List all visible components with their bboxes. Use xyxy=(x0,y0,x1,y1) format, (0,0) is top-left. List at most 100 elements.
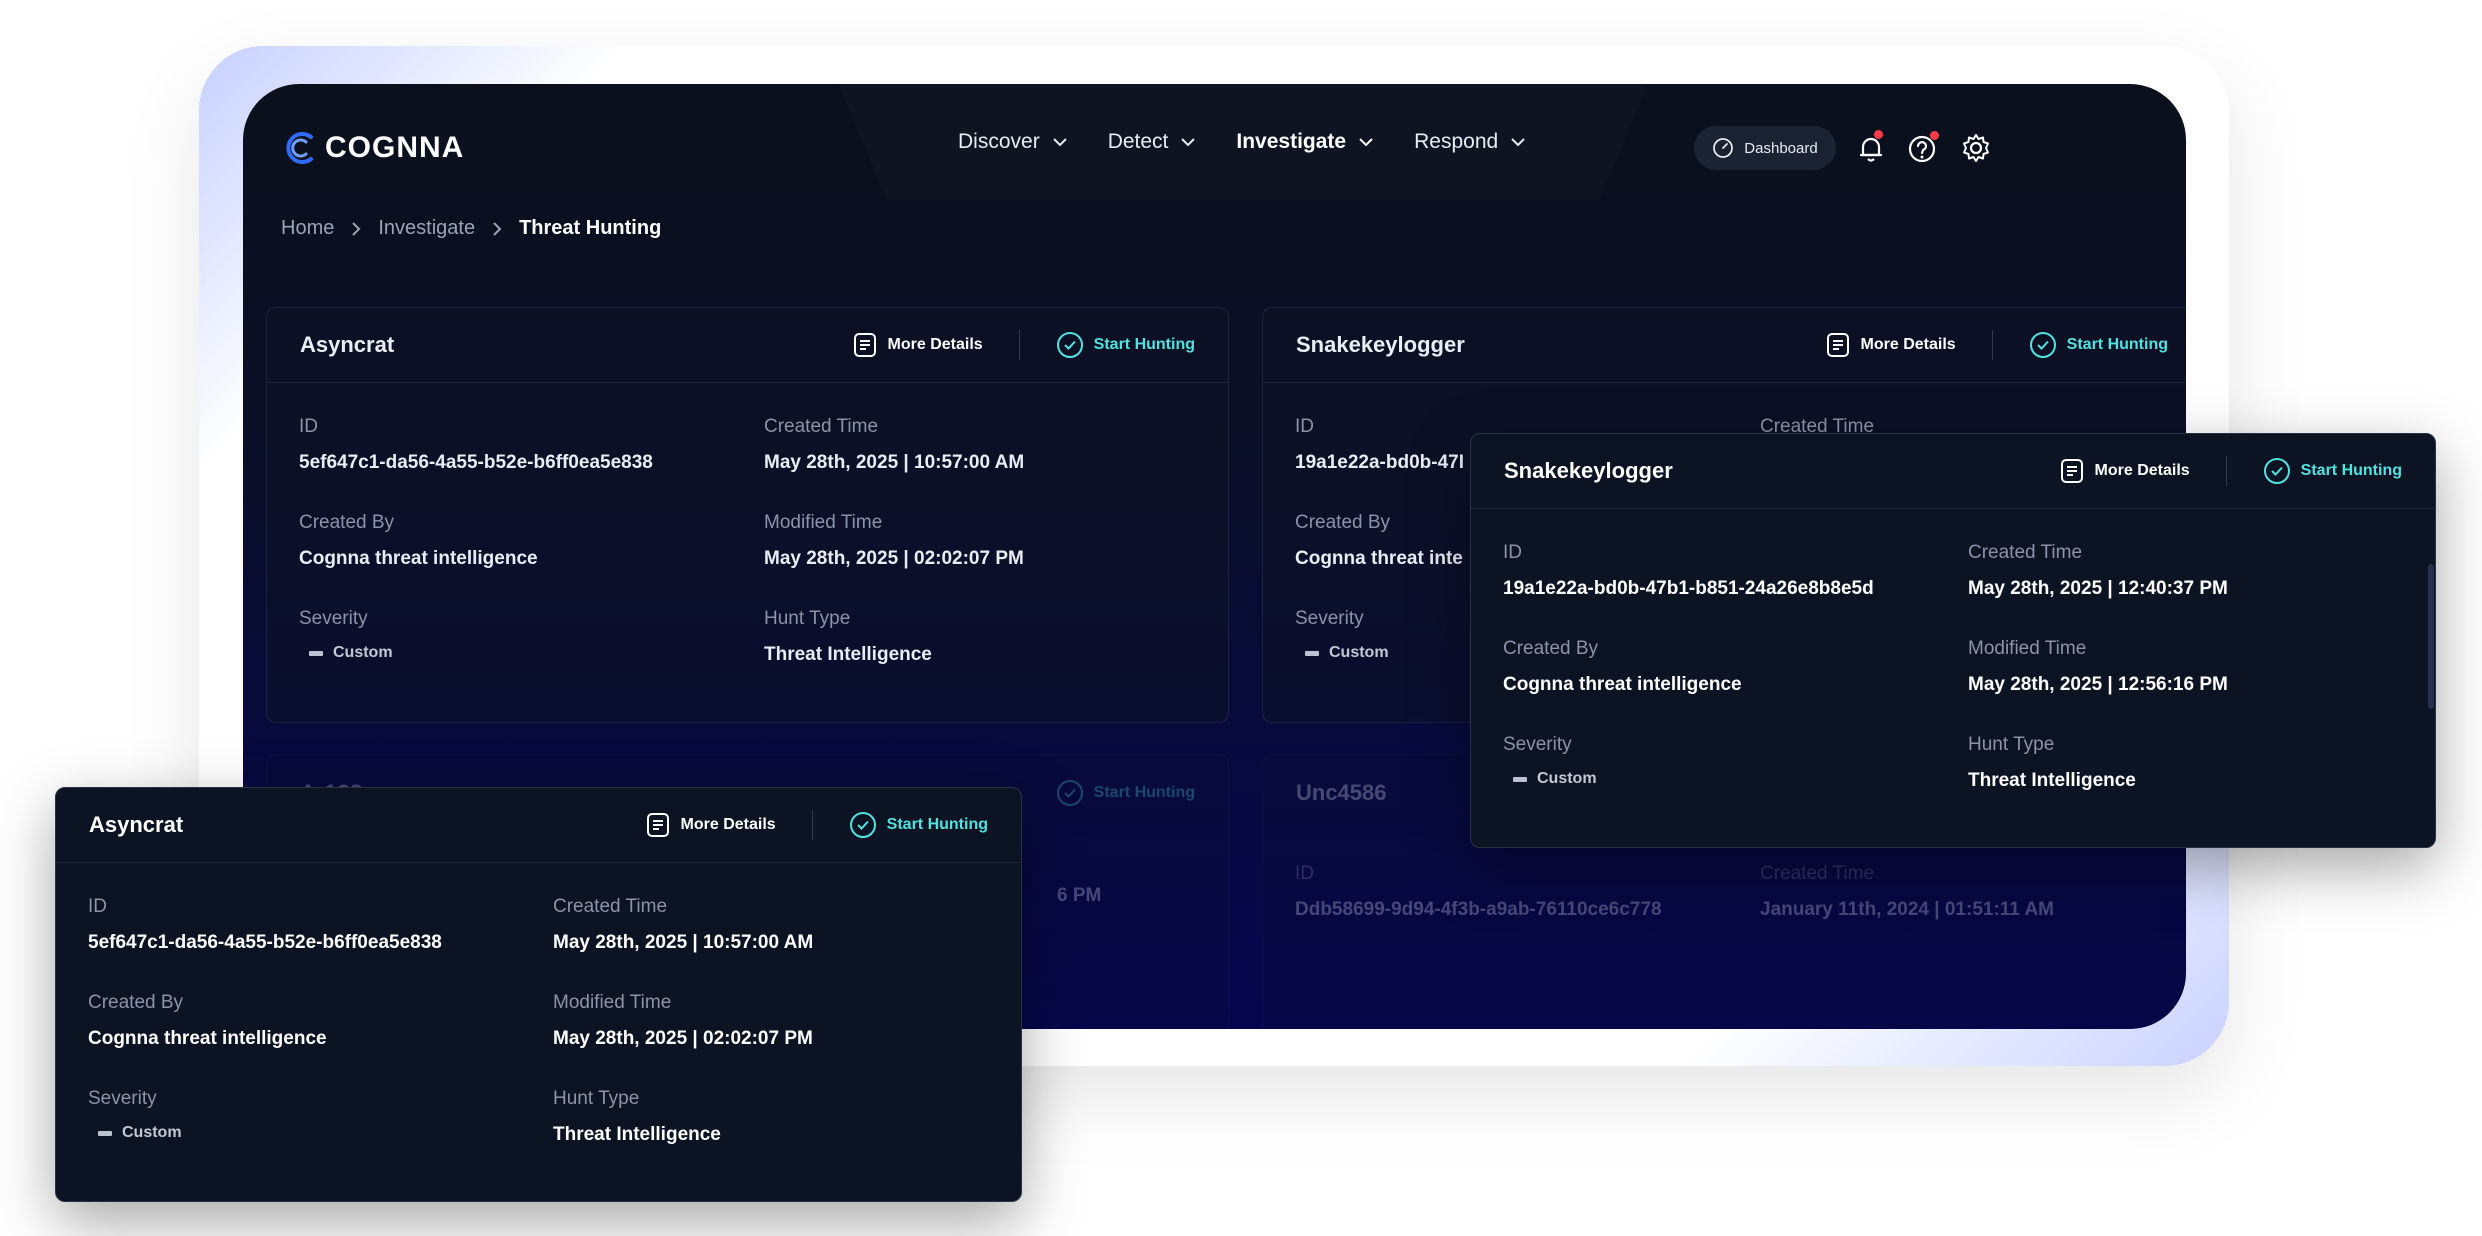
chevron-right-icon xyxy=(493,221,502,236)
hunt-card-asyncrat[interactable]: Asyncrat More Details Start Hunting ID 5e… xyxy=(266,307,1229,723)
cognna-logo-icon xyxy=(286,132,313,164)
brand-name: COGNNA xyxy=(325,131,465,164)
nav-detect-label: Detect xyxy=(1107,129,1169,153)
more-details-label: More Details xyxy=(680,816,776,833)
bell-icon xyxy=(1859,137,1883,162)
start-hunting-button[interactable]: Start Hunting xyxy=(849,811,988,839)
field-value: Threat Intelligence xyxy=(764,644,932,665)
start-hunting-button[interactable]: Start Hunting xyxy=(1056,331,1195,359)
start-hunting-button[interactable]: Start Hunting xyxy=(1056,779,1195,807)
chevron-down-icon xyxy=(1052,137,1067,146)
chevron-down-icon xyxy=(1359,137,1373,146)
field-id: ID 5ef647c1-da56-4a55-b52e-b6ff0ea5e838 xyxy=(299,416,764,474)
dashboard-button[interactable]: Dashboard xyxy=(1694,126,1836,170)
start-hunting-button[interactable]: Start Hunting xyxy=(2263,457,2402,485)
field-value: Cognna threat intelligence xyxy=(1503,674,1742,695)
field-created-by: Created By Cognna threat intelligence xyxy=(299,512,764,570)
document-icon xyxy=(2060,459,2083,483)
field-modified-time: Modified Time May 28th, 2025 | 02:02:07 P… xyxy=(764,512,1196,570)
nav-respond[interactable]: Respond xyxy=(1414,130,1526,154)
notifications-button[interactable] xyxy=(1854,130,1888,165)
nav-respond-label: Respond xyxy=(1414,129,1499,153)
brand-logo[interactable]: COGNNA xyxy=(281,128,464,168)
field-created-by: Created By Cognna threat intelligence xyxy=(88,992,553,1050)
breadcrumb-home[interactable]: Home xyxy=(281,217,334,240)
document-icon xyxy=(646,813,669,837)
field-label: ID xyxy=(1503,542,1522,563)
severity-value: Custom xyxy=(1329,644,1389,661)
nav-investigate[interactable]: Investigate xyxy=(1236,130,1374,154)
field-label: ID xyxy=(299,416,318,437)
field-label: Created Time xyxy=(764,416,879,437)
more-details-button[interactable]: More Details xyxy=(2059,458,2190,484)
gear-icon xyxy=(1963,134,1989,162)
nav-detect[interactable]: Detect xyxy=(1108,130,1197,154)
field-id: ID 5ef647c1-da56-4a55-b52e-b6ff0ea5e838 xyxy=(88,896,553,954)
field-label: Modified Time xyxy=(1968,638,2087,659)
divider xyxy=(1018,330,1020,360)
floating-card-snakekeylogger[interactable]: Snakekeylogger More Details Start Huntin… xyxy=(1470,433,2436,848)
scrollbar[interactable] xyxy=(2428,564,2434,709)
field-label: Created Time xyxy=(553,896,668,917)
help-alert-dot xyxy=(1930,131,1939,140)
dashboard-label: Dashboard xyxy=(1744,139,1818,157)
field-hunt-type: Hunt Type Threat Intelligence xyxy=(553,1088,989,1146)
field-label: Modified Time xyxy=(553,992,672,1013)
field-label: Severity xyxy=(299,608,368,629)
divider xyxy=(2225,456,2227,486)
field-modified-time: Modified Time May 28th, 2025 | 02:02:07 P… xyxy=(553,992,989,1050)
card-header: Snakekeylogger More Details Start Huntin… xyxy=(1263,308,2186,383)
field-value: 6 PM xyxy=(1057,885,1102,906)
help-button[interactable] xyxy=(1906,131,1940,165)
check-circle-icon xyxy=(1056,779,1083,806)
severity-badge: Custom xyxy=(299,644,764,662)
field-label: Severity xyxy=(88,1088,157,1109)
severity-badge: Custom xyxy=(88,1124,553,1142)
field-value: Cognna threat intelligence xyxy=(88,1028,327,1049)
more-details-button[interactable]: More Details xyxy=(1825,332,1956,358)
card-fields: ID 5ef647c1-da56-4a55-b52e-b6ff0ea5e838 C… xyxy=(88,896,989,1146)
card-header: Snakekeylogger More Details Start Huntin… xyxy=(1471,434,2435,509)
start-hunting-button[interactable]: Start Hunting xyxy=(2029,331,2168,359)
field-label: Hunt Type xyxy=(1968,734,2055,755)
card-fields: ID Ddb58699-9d94-4f3b-a9ab-76110ce6c778 C… xyxy=(1295,863,2169,921)
field-value: 19a1e22a-bd0b-47b1-b851-24a26e8b8e5d xyxy=(1503,578,1874,599)
field-label: Hunt Type xyxy=(764,608,851,629)
notification-dot xyxy=(1874,130,1883,139)
more-details-button[interactable]: More Details xyxy=(645,812,776,838)
divider xyxy=(1991,330,1993,360)
field-label: Created Time xyxy=(1968,542,2083,563)
more-details-button[interactable]: More Details xyxy=(852,332,983,358)
breadcrumb: Home Investigate Threat Hunting xyxy=(281,217,661,240)
field-value: May 28th, 2025 | 12:56:16 PM xyxy=(1968,674,2228,695)
field-label: Hunt Type xyxy=(553,1088,640,1109)
field-value: May 28th, 2025 | 10:57:00 AM xyxy=(553,932,814,953)
settings-button[interactable] xyxy=(1959,131,1993,165)
field-severity: Severity Custom xyxy=(88,1088,553,1146)
chevron-down-icon xyxy=(1181,137,1196,146)
field-value: 5ef647c1-da56-4a55-b52e-b6ff0ea5e838 xyxy=(299,452,653,473)
breadcrumb-investigate[interactable]: Investigate xyxy=(378,217,475,240)
nav-discover[interactable]: Discover xyxy=(958,130,1068,154)
floating-card-asyncrat[interactable]: Asyncrat More Details Start Hunting ID 5e… xyxy=(55,787,1022,1202)
field-label: Severity xyxy=(1503,734,1572,755)
card-fields: ID 5ef647c1-da56-4a55-b52e-b6ff0ea5e838 C… xyxy=(299,416,1196,666)
check-circle-icon xyxy=(849,812,876,838)
severity-value: Custom xyxy=(333,644,393,661)
more-details-label: More Details xyxy=(887,336,983,353)
field-created-by: Created By Cognna threat intelligence xyxy=(1503,638,1968,696)
field-hunt-type: Hunt Type Threat Intelligence xyxy=(1968,734,2403,792)
breadcrumb-current: Threat Hunting xyxy=(519,217,662,239)
more-details-label: More Details xyxy=(2094,462,2190,479)
check-circle-icon xyxy=(1056,332,1083,358)
field-severity: Severity Custom xyxy=(1503,734,1968,792)
divider xyxy=(811,810,813,840)
field-created-time: Created Time May 28th, 2025 | 10:57:00 AM xyxy=(764,416,1196,474)
card-header: Asyncrat More Details Start Hunting xyxy=(56,788,1021,863)
field-created-time: Created Time January 11th, 2024 | 01:51:1… xyxy=(1760,863,2169,921)
card-header: Asyncrat More Details Start Hunting xyxy=(267,308,1228,383)
card-title: Snakekeylogger xyxy=(1504,458,1673,483)
field-value: Threat Intelligence xyxy=(553,1124,721,1145)
field-label: Created By xyxy=(1503,638,1599,659)
field-value: May 28th, 2025 | 02:02:07 PM xyxy=(553,1028,813,1049)
